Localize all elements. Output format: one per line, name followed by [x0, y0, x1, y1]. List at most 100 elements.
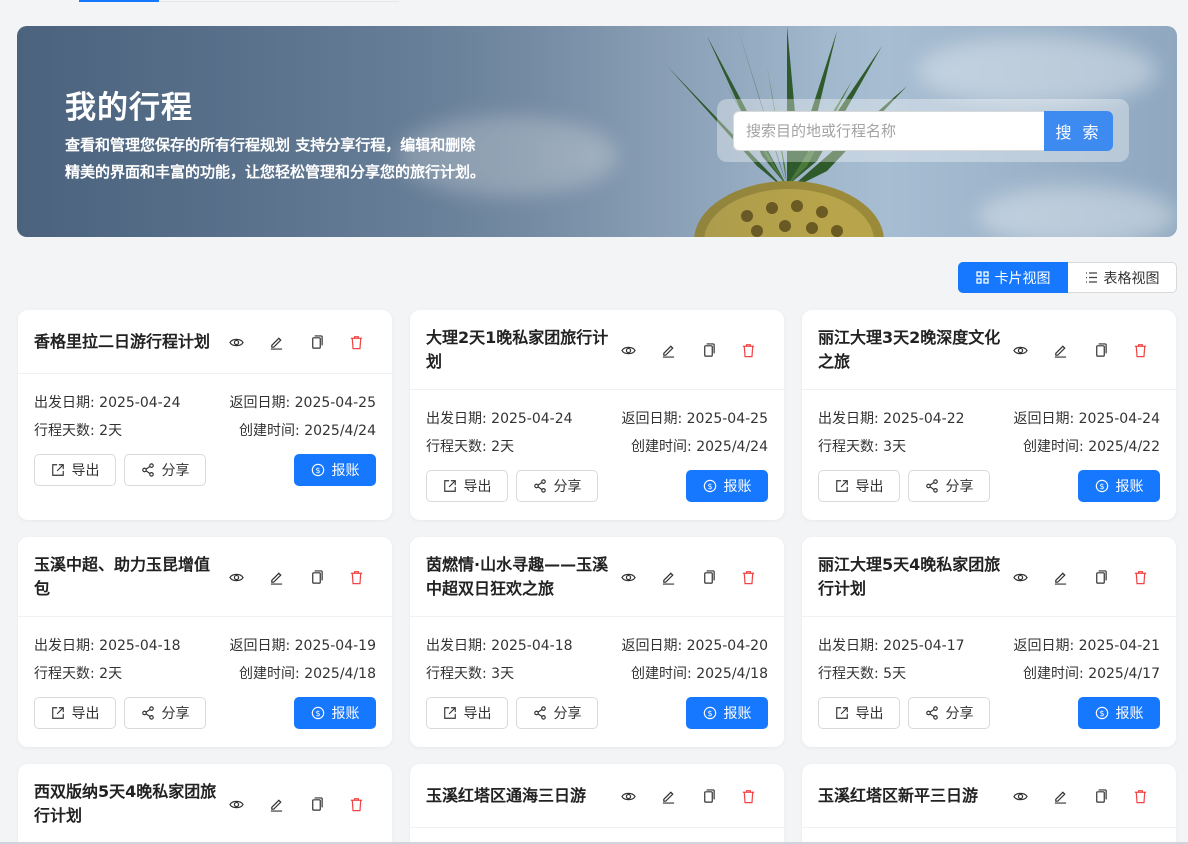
- export-button[interactable]: 导出: [426, 697, 508, 729]
- trip-title[interactable]: 玉溪红塔区新平三日游: [818, 784, 1008, 808]
- trip-title[interactable]: 丽江大理5天4晚私家团旅行计划: [818, 553, 1008, 601]
- reimburse-button[interactable]: $ 报账: [1078, 470, 1160, 502]
- trip-title[interactable]: 玉溪红塔区通海三日游: [426, 784, 616, 808]
- trip-card[interactable]: 茵燃情·山水寻趣——玉溪中超双日狂欢之旅出发日期: 2025-04-18 返回日期…: [410, 537, 784, 747]
- share-button[interactable]: 分享: [516, 470, 598, 502]
- delete-button[interactable]: [1120, 338, 1160, 362]
- trip-card[interactable]: 玉溪红塔区新平三日游: [802, 764, 1176, 844]
- share-button[interactable]: 分享: [516, 697, 598, 729]
- export-button[interactable]: 导出: [34, 454, 116, 486]
- edit-button[interactable]: [648, 565, 688, 589]
- delete-button[interactable]: [1120, 784, 1160, 808]
- export-button[interactable]: 导出: [426, 470, 508, 502]
- trip-days: 行程天数: 3天: [426, 666, 515, 682]
- trip-card[interactable]: 丽江大理3天2晚深度文化之旅 出发日期: 2025-04-22 返回日期: 2025…: [802, 310, 1176, 520]
- copy-button[interactable]: [688, 784, 728, 808]
- trip-card-body: 出发日期: 2025-04-18 返回日期: 2025-04-20 行程天数: 3天…: [410, 617, 784, 729]
- view-button[interactable]: [216, 565, 256, 589]
- trip-title[interactable]: 西双版纳5天4晚私家团旅行计划: [34, 780, 224, 828]
- edit-button[interactable]: [256, 330, 296, 354]
- copy-icon: [311, 334, 323, 349]
- view-button[interactable]: [608, 565, 648, 589]
- delete-button[interactable]: [728, 784, 768, 808]
- return-date: 返回日期: 2025-04-21: [1013, 638, 1160, 654]
- trip-card[interactable]: 丽江大理5天4晚私家团旅行计划 出发日期: 2025-04-17 返回日期: 202…: [802, 537, 1176, 747]
- view-button[interactable]: [608, 784, 648, 808]
- copy-button[interactable]: [688, 338, 728, 362]
- trip-title[interactable]: 茵燃情·山水寻趣——玉溪中超双日狂欢之旅: [426, 553, 616, 601]
- search-input[interactable]: [733, 111, 1045, 151]
- share-icon: [141, 463, 154, 477]
- copy-icon: [311, 569, 323, 584]
- copy-button[interactable]: [296, 565, 336, 589]
- trip-card[interactable]: 玉溪红塔区通海三日游: [410, 764, 784, 844]
- copy-button[interactable]: [296, 330, 336, 354]
- table-view-button[interactable]: 表格视图: [1068, 262, 1177, 293]
- copy-button[interactable]: [296, 792, 336, 816]
- delete-button[interactable]: [728, 338, 768, 362]
- dollar-circle-icon: $: [311, 463, 324, 477]
- share-button[interactable]: 分享: [124, 454, 206, 486]
- trip-card[interactable]: 西双版纳5天4晚私家团旅行计划: [18, 764, 392, 844]
- edit-button[interactable]: [1040, 565, 1080, 589]
- edit-button[interactable]: [256, 792, 296, 816]
- reimburse-button[interactable]: $ 报账: [294, 697, 376, 729]
- export-button[interactable]: 导出: [818, 470, 900, 502]
- delete-button[interactable]: [336, 565, 376, 589]
- copy-button[interactable]: [1080, 338, 1120, 362]
- reimburse-button[interactable]: $ 报账: [686, 697, 768, 729]
- edit-button[interactable]: [648, 784, 688, 808]
- date-row: 出发日期: 2025-04-24 返回日期: 2025-04-25: [34, 388, 376, 416]
- trip-card[interactable]: 大理2天1晚私家团旅行计划 出发日期: 2025-04-24 返回日期: 2025-…: [410, 310, 784, 520]
- edit-button[interactable]: [1040, 784, 1080, 808]
- svg-text:$: $: [707, 709, 712, 718]
- card-view-button[interactable]: 卡片视图: [958, 262, 1068, 293]
- export-label: 导出: [463, 706, 492, 722]
- delete-button[interactable]: [336, 792, 376, 816]
- reimburse-button[interactable]: $ 报账: [294, 454, 376, 486]
- share-button[interactable]: 分享: [908, 697, 990, 729]
- trip-card[interactable]: 玉溪中超、助力玉昆增值包出发日期: 2025-04-18 返回日期: 2025-0…: [18, 537, 392, 747]
- trip-card-header: 大理2天1晚私家团旅行计划: [410, 310, 784, 390]
- share-button[interactable]: 分享: [124, 697, 206, 729]
- copy-button[interactable]: [1080, 565, 1120, 589]
- view-button[interactable]: [1000, 565, 1040, 589]
- copy-icon: [1095, 788, 1107, 803]
- date-row: 出发日期: 2025-04-18 返回日期: 2025-04-19: [34, 631, 376, 659]
- delete-button[interactable]: [336, 330, 376, 354]
- edit-button[interactable]: [256, 565, 296, 589]
- trip-card-body: 出发日期: 2025-04-18 返回日期: 2025-04-19 行程天数: 2天…: [18, 617, 392, 729]
- edit-button[interactable]: [648, 338, 688, 362]
- trip-title[interactable]: 大理2天1晚私家团旅行计划: [426, 326, 616, 374]
- trip-card[interactable]: 香格里拉二日游行程计划出发日期: 2025-04-24 返回日期: 2025-04…: [18, 310, 392, 520]
- search-button[interactable]: 搜 索: [1044, 111, 1113, 151]
- created-time: 创建时间: 2025/4/22: [1023, 439, 1160, 455]
- dollar-circle-icon: $: [703, 479, 716, 493]
- trip-title[interactable]: 香格里拉二日游行程计划: [34, 330, 224, 354]
- delete-button[interactable]: [1120, 565, 1160, 589]
- reimburse-button[interactable]: $ 报账: [686, 470, 768, 502]
- export-label: 导出: [71, 463, 100, 479]
- view-button[interactable]: [216, 330, 256, 354]
- reimburse-button[interactable]: $ 报账: [1078, 697, 1160, 729]
- export-label: 导出: [463, 479, 492, 495]
- export-button[interactable]: 导出: [34, 697, 116, 729]
- export-button[interactable]: 导出: [818, 697, 900, 729]
- trip-days: 行程天数: 2天: [34, 666, 123, 682]
- delete-icon: [350, 570, 362, 584]
- share-button[interactable]: 分享: [908, 470, 990, 502]
- svg-text:$: $: [1099, 482, 1104, 491]
- trip-title[interactable]: 玉溪中超、助力玉昆增值包: [34, 553, 224, 601]
- delete-button[interactable]: [728, 565, 768, 589]
- edit-button[interactable]: [1040, 338, 1080, 362]
- copy-button[interactable]: [688, 565, 728, 589]
- view-button[interactable]: [1000, 784, 1040, 808]
- view-button[interactable]: [1000, 338, 1040, 362]
- share-icon: [925, 479, 938, 493]
- copy-button[interactable]: [1080, 784, 1120, 808]
- trip-card-header: 西双版纳5天4晚私家团旅行计划: [18, 764, 392, 844]
- reimburse-label: 报账: [1115, 479, 1144, 495]
- view-button[interactable]: [216, 792, 256, 816]
- view-button[interactable]: [608, 338, 648, 362]
- trip-title[interactable]: 丽江大理3天2晚深度文化之旅: [818, 326, 1008, 374]
